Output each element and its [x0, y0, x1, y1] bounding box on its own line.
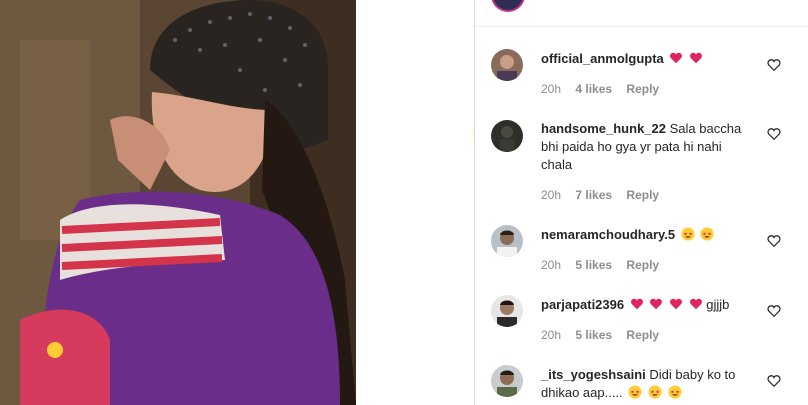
avatar[interactable]: [491, 365, 523, 397]
red-heart-icon: [630, 298, 643, 310]
comment-meta: 20h 7 likes Reply: [541, 188, 670, 202]
comment-likes[interactable]: 4 likes: [575, 82, 612, 96]
comment-meta: 20h 5 likes Reply: [541, 258, 670, 272]
comment-likes[interactable]: 5 likes: [575, 328, 612, 342]
comments-panel: official_anmolgupta 20h 4 likes Reply ha…: [474, 0, 808, 405]
comment-body: gjjjb: [706, 297, 730, 312]
post-photo: [0, 0, 356, 405]
reply-button[interactable]: Reply: [626, 328, 659, 342]
red-heart-icon: [670, 298, 682, 310]
comment-username[interactable]: official_anmolgupta: [541, 51, 664, 66]
star-struck-icon: [648, 385, 662, 399]
avatar[interactable]: [491, 295, 523, 327]
reply-button[interactable]: Reply: [626, 258, 659, 272]
comment-username[interactable]: handsome_hunk_22: [541, 121, 666, 136]
comment-text: _its_yogeshsaini Didi baby ko to dhikao …: [541, 366, 751, 402]
comment-likes[interactable]: 7 likes: [575, 188, 612, 202]
emoji-group: [628, 297, 707, 312]
comment-text: nemaramchoudhary.5: [541, 226, 751, 244]
comment-username[interactable]: parjapati2396: [541, 297, 624, 312]
avatar[interactable]: [491, 225, 523, 257]
avatar[interactable]: [491, 49, 523, 81]
gutter: [356, 0, 474, 405]
comment-time[interactable]: 20h: [541, 82, 561, 96]
post-owner-avatar[interactable]: [491, 0, 525, 12]
like-heart-icon[interactable]: [767, 127, 781, 141]
reply-button[interactable]: Reply: [626, 188, 659, 202]
post-header: [475, 0, 808, 27]
emoji-group: [626, 385, 682, 400]
avatar[interactable]: [491, 120, 523, 152]
star-struck-icon: [700, 227, 714, 241]
star-struck-icon: [681, 227, 695, 241]
red-heart-icon: [689, 298, 702, 310]
red-heart-icon: [690, 52, 703, 64]
comment-time[interactable]: 20h: [541, 258, 561, 272]
comment-meta: 20h 4 likes Reply: [541, 82, 670, 96]
comment-likes[interactable]: 5 likes: [575, 258, 612, 272]
like-heart-icon[interactable]: [767, 234, 781, 248]
reply-button[interactable]: Reply: [626, 82, 659, 96]
comment-text: parjapati2396 gjjjb: [541, 296, 751, 314]
comment-time[interactable]: 20h: [541, 188, 561, 202]
comment-username[interactable]: _its_yogeshsaini: [541, 367, 646, 382]
star-struck-icon: [628, 385, 642, 399]
like-heart-icon[interactable]: [767, 58, 781, 72]
comment-text: official_anmolgupta: [541, 50, 751, 68]
emoji-group: [679, 227, 715, 242]
comment-time[interactable]: 20h: [541, 328, 561, 342]
red-heart-icon: [670, 52, 683, 64]
like-heart-icon[interactable]: [767, 304, 781, 318]
comment-text: handsome_hunk_22 Sala baccha bhi paida h…: [541, 120, 751, 174]
star-struck-icon: [667, 385, 682, 399]
like-heart-icon[interactable]: [767, 374, 781, 388]
emoji-group: [667, 51, 703, 66]
red-heart-icon: [650, 298, 663, 310]
comment-meta: 20h 5 likes Reply: [541, 328, 670, 342]
comment-username[interactable]: nemaramchoudhary.5: [541, 227, 675, 242]
